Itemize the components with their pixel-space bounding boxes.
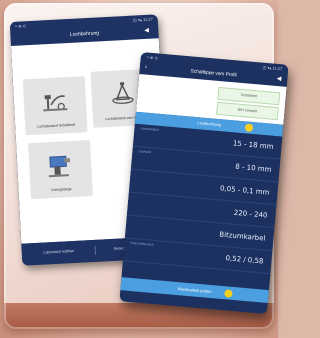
result-key: Drehzahlbereich: [130, 240, 154, 247]
bottom-button-left[interactable]: Laterstutzt wählen: [23, 240, 94, 264]
option-field[interactable]: WH Vorsicht: [215, 101, 279, 121]
result-value: 0,52 / 0,58: [225, 254, 264, 266]
tile-kreisgebirge[interactable]: Kreisgebirge: [28, 140, 93, 200]
phone-result-screen: ≈ ⊕ ⊙ ◫ ▾▴ 11:27 ‹ Schalltippe vom Profi…: [119, 52, 289, 314]
drill-machine-icon: [48, 155, 71, 178]
tile-lochabstand-schalbrett[interactable]: Lochabstand Schalbrett: [22, 76, 88, 136]
tile-label: Lochabstand Schalbrett: [37, 122, 76, 129]
profile-cone-icon: [112, 82, 134, 104]
result-key: Lochabstand: [140, 126, 159, 132]
pipe-bracket-icon: [43, 95, 68, 112]
result-value: 15 - 18 mm: [232, 139, 274, 151]
result-value: 220 - 240: [233, 208, 268, 220]
tile-label: Kreisgebirge: [51, 187, 72, 193]
results-list: Lochabstand 15 - 18 mm Lochtiefe 8 - 10 …: [121, 123, 283, 287]
speaker-icon[interactable]: ◀: [276, 76, 281, 83]
result-value: 8 - 10 mm: [234, 162, 272, 174]
result-key: Lochtiefe: [138, 149, 152, 155]
result-value: 0,05 - 0,1 mm: [219, 184, 270, 197]
speaker-icon[interactable]: ◀: [144, 28, 152, 35]
bottom-divider: [94, 245, 97, 255]
status-dot-icon: [224, 288, 233, 298]
result-value: Bitzumkarbel: [218, 230, 266, 243]
